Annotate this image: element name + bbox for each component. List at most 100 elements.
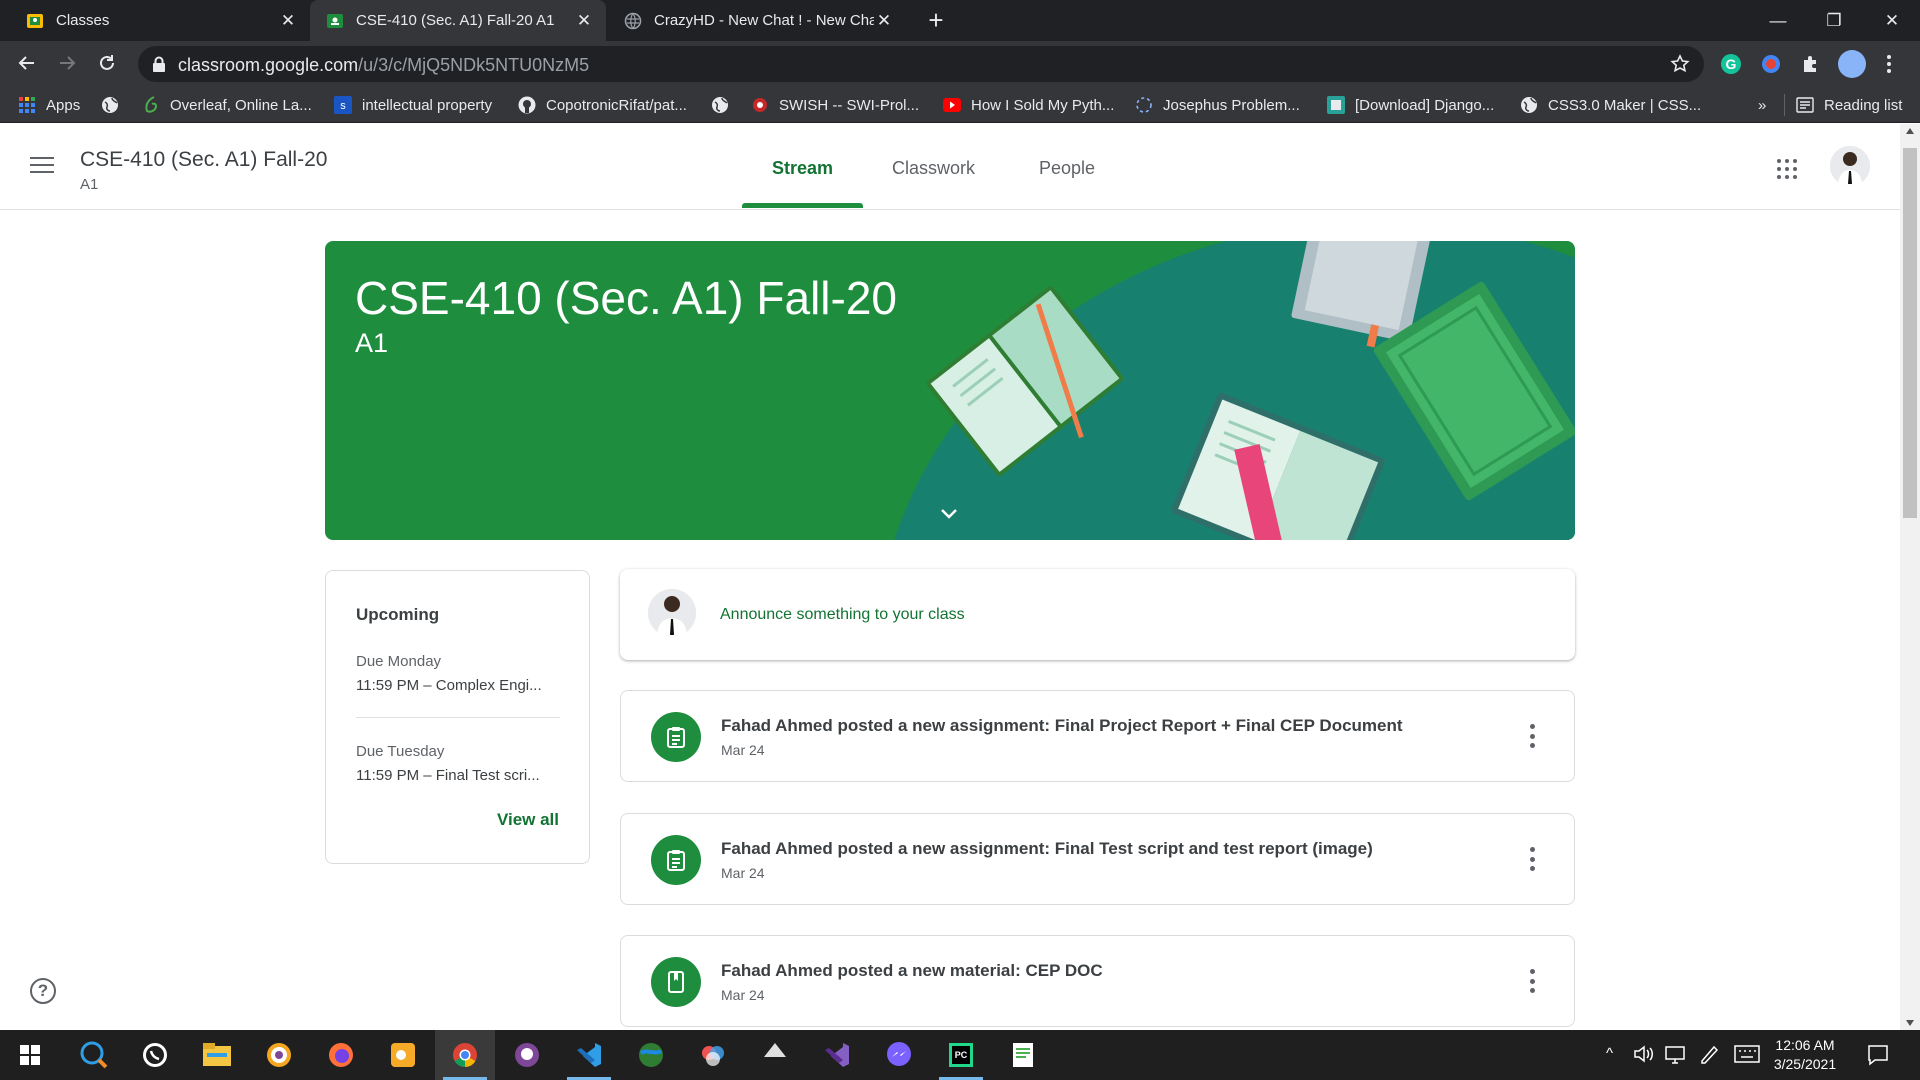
vscode-icon[interactable]	[559, 1030, 619, 1080]
pycharm-icon[interactable]: PC	[931, 1030, 991, 1080]
back-button[interactable]	[11, 47, 43, 79]
account-avatar[interactable]	[1830, 146, 1870, 186]
paint-icon[interactable]	[373, 1030, 433, 1080]
more-options-icon[interactable]	[1530, 847, 1536, 871]
url-text[interactable]: classroom.google.com/u/3/c/MjQ5NDk5NTU0N…	[178, 55, 589, 76]
notification-icon[interactable]	[1866, 1043, 1890, 1071]
notepad-icon[interactable]	[993, 1030, 1053, 1080]
inkscape-icon[interactable]	[745, 1030, 805, 1080]
bookmark-swish[interactable]: SWISH -- SWI-Prol...	[751, 95, 919, 115]
colorful-icon[interactable]	[683, 1030, 743, 1080]
main-menu-icon[interactable]	[30, 157, 54, 175]
post-title[interactable]: Fahad Ahmed posted a new material: CEP D…	[721, 961, 1103, 981]
profile-avatar[interactable]	[1838, 50, 1866, 78]
puzzle-icon[interactable]	[1800, 53, 1822, 75]
extension-icon[interactable]	[1760, 53, 1782, 75]
grammarly-icon[interactable]: G	[1720, 53, 1742, 75]
view-all-link[interactable]: View all	[497, 810, 559, 830]
bookmark-label: CopotronicRifat/pat...	[546, 96, 687, 114]
clock-time: 12:06 AM	[1775, 1037, 1835, 1053]
reading-list-button[interactable]: Reading list	[1796, 95, 1902, 115]
upcoming-divider	[356, 717, 560, 718]
upcoming-card: Upcoming Due Monday 11:59 PM – Complex E…	[325, 570, 590, 864]
forward-button[interactable]	[51, 47, 83, 79]
minimize-button[interactable]: —	[1750, 0, 1806, 41]
upcoming-item[interactable]: 11:59 PM – Final Test scri...	[356, 767, 540, 784]
visual-studio-icon[interactable]	[807, 1030, 867, 1080]
more-options-icon[interactable]	[1530, 724, 1536, 748]
search-icon[interactable]	[64, 1030, 124, 1080]
windows-start-icon[interactable]	[0, 1030, 60, 1080]
tab-people[interactable]: People	[1039, 158, 1095, 179]
bookmarks-overflow-button[interactable]: »	[1758, 95, 1766, 115]
bookmark-youtube[interactable]: How I Sold My Pyth...	[943, 95, 1114, 115]
tab-cse410[interactable]: CSE-410 (Sec. A1) Fall-20 A1 ✕	[310, 0, 606, 41]
windows-taskbar: PC ^ 12:06 AM 3/25/2021	[0, 1030, 1920, 1080]
overleaf-icon	[142, 96, 160, 114]
scroll-down-icon[interactable]	[1906, 1020, 1914, 1026]
clock-date: 3/25/2021	[1773, 1056, 1837, 1072]
google-apps-icon[interactable]	[1777, 159, 1797, 179]
announce-box[interactable]: Announce something to your class	[620, 569, 1575, 660]
bookmark-josephus[interactable]: Josephus Problem...	[1135, 95, 1300, 115]
pen-icon[interactable]	[1698, 1043, 1720, 1069]
stream-post[interactable]: Fahad Ahmed posted a new assignment: Fin…	[620, 690, 1575, 782]
tab-classes[interactable]: Classes ✕	[0, 0, 310, 41]
github-desktop-icon[interactable]	[497, 1030, 557, 1080]
more-options-icon[interactable]	[1530, 969, 1536, 993]
lock-icon[interactable]	[152, 56, 166, 77]
tab-title: CSE-410 (Sec. A1) Fall-20 A1	[356, 12, 555, 29]
help-icon[interactable]: ?	[30, 978, 56, 1004]
tab-classwork[interactable]: Classwork	[892, 158, 975, 179]
whatsapp-icon[interactable]	[125, 1030, 185, 1080]
messenger-icon[interactable]	[869, 1030, 929, 1080]
restore-button[interactable]: ❐	[1806, 0, 1862, 41]
bookmark-star-icon[interactable]	[1670, 54, 1690, 79]
upcoming-item[interactable]: 11:59 PM – Complex Engi...	[356, 677, 542, 694]
close-icon[interactable]: ✕	[574, 11, 594, 31]
address-bar[interactable]: classroom.google.com/u/3/c/MjQ5NDk5NTU0N…	[138, 46, 1704, 82]
bookmark-globe[interactable]	[101, 95, 129, 115]
scroll-up-icon[interactable]	[1906, 128, 1914, 134]
class-title[interactable]: CSE-410 (Sec. A1) Fall-20	[80, 148, 327, 172]
tab-crazyhd[interactable]: CrazyHD - New Chat ! - New Cha ✕	[606, 0, 906, 41]
chevron-up-icon[interactable]: ^	[1606, 1045, 1613, 1062]
class-banner: CSE-410 (Sec. A1) Fall-20 A1	[325, 241, 1575, 540]
close-icon[interactable]: ✕	[278, 11, 298, 31]
system-clock[interactable]: 12:06 AM 3/25/2021	[1760, 1036, 1850, 1074]
bookmarks-bar: Apps Overleaf, Online La... s intellectu…	[0, 86, 1920, 123]
globe-icon	[711, 96, 729, 114]
stream-post[interactable]: Fahad Ahmed posted a new assignment: Fin…	[620, 813, 1575, 905]
new-tab-button[interactable]: +	[922, 6, 950, 34]
network-icon[interactable]	[1664, 1043, 1686, 1069]
chrome-icon[interactable]	[435, 1030, 495, 1080]
bookmark-label: Overleaf, Online La...	[170, 96, 312, 114]
upcoming-due: Due Tuesday	[356, 743, 445, 760]
bookmark-css-maker[interactable]: CSS3.0 Maker | CSS...	[1520, 95, 1701, 115]
globe-app-icon[interactable]	[621, 1030, 681, 1080]
tor-icon[interactable]	[249, 1030, 309, 1080]
file-explorer-icon[interactable]	[187, 1030, 247, 1080]
globe-icon	[1520, 96, 1538, 114]
reload-button[interactable]	[91, 47, 123, 79]
keyboard-icon[interactable]	[1734, 1045, 1760, 1067]
bookmark-intellectual-property[interactable]: s intellectual property	[334, 95, 492, 115]
scroll-thumb[interactable]	[1903, 148, 1917, 518]
bookmark-globe-2[interactable]	[711, 95, 739, 115]
banner-title: CSE-410 (Sec. A1) Fall-20	[355, 272, 898, 324]
kebab-menu-icon[interactable]	[1886, 53, 1908, 75]
chevron-down-icon[interactable]	[937, 501, 961, 530]
window-close-button[interactable]: ✕	[1864, 0, 1920, 41]
firefox-icon[interactable]	[311, 1030, 371, 1080]
bookmark-django[interactable]: [Download] Django...	[1327, 95, 1494, 115]
tab-stream[interactable]: Stream	[772, 158, 833, 179]
bookmark-overleaf[interactable]: Overleaf, Online La...	[142, 95, 312, 115]
volume-icon[interactable]	[1632, 1043, 1654, 1069]
close-icon[interactable]: ✕	[874, 11, 894, 31]
stream-post[interactable]: Fahad Ahmed posted a new material: CEP D…	[620, 935, 1575, 1027]
bookmark-apps[interactable]: Apps	[18, 95, 80, 115]
bookmark-github[interactable]: CopotronicRifat/pat...	[518, 95, 687, 115]
post-title[interactable]: Fahad Ahmed posted a new assignment: Fin…	[721, 839, 1373, 859]
post-title[interactable]: Fahad Ahmed posted a new assignment: Fin…	[721, 716, 1403, 736]
announce-placeholder[interactable]: Announce something to your class	[720, 606, 965, 624]
